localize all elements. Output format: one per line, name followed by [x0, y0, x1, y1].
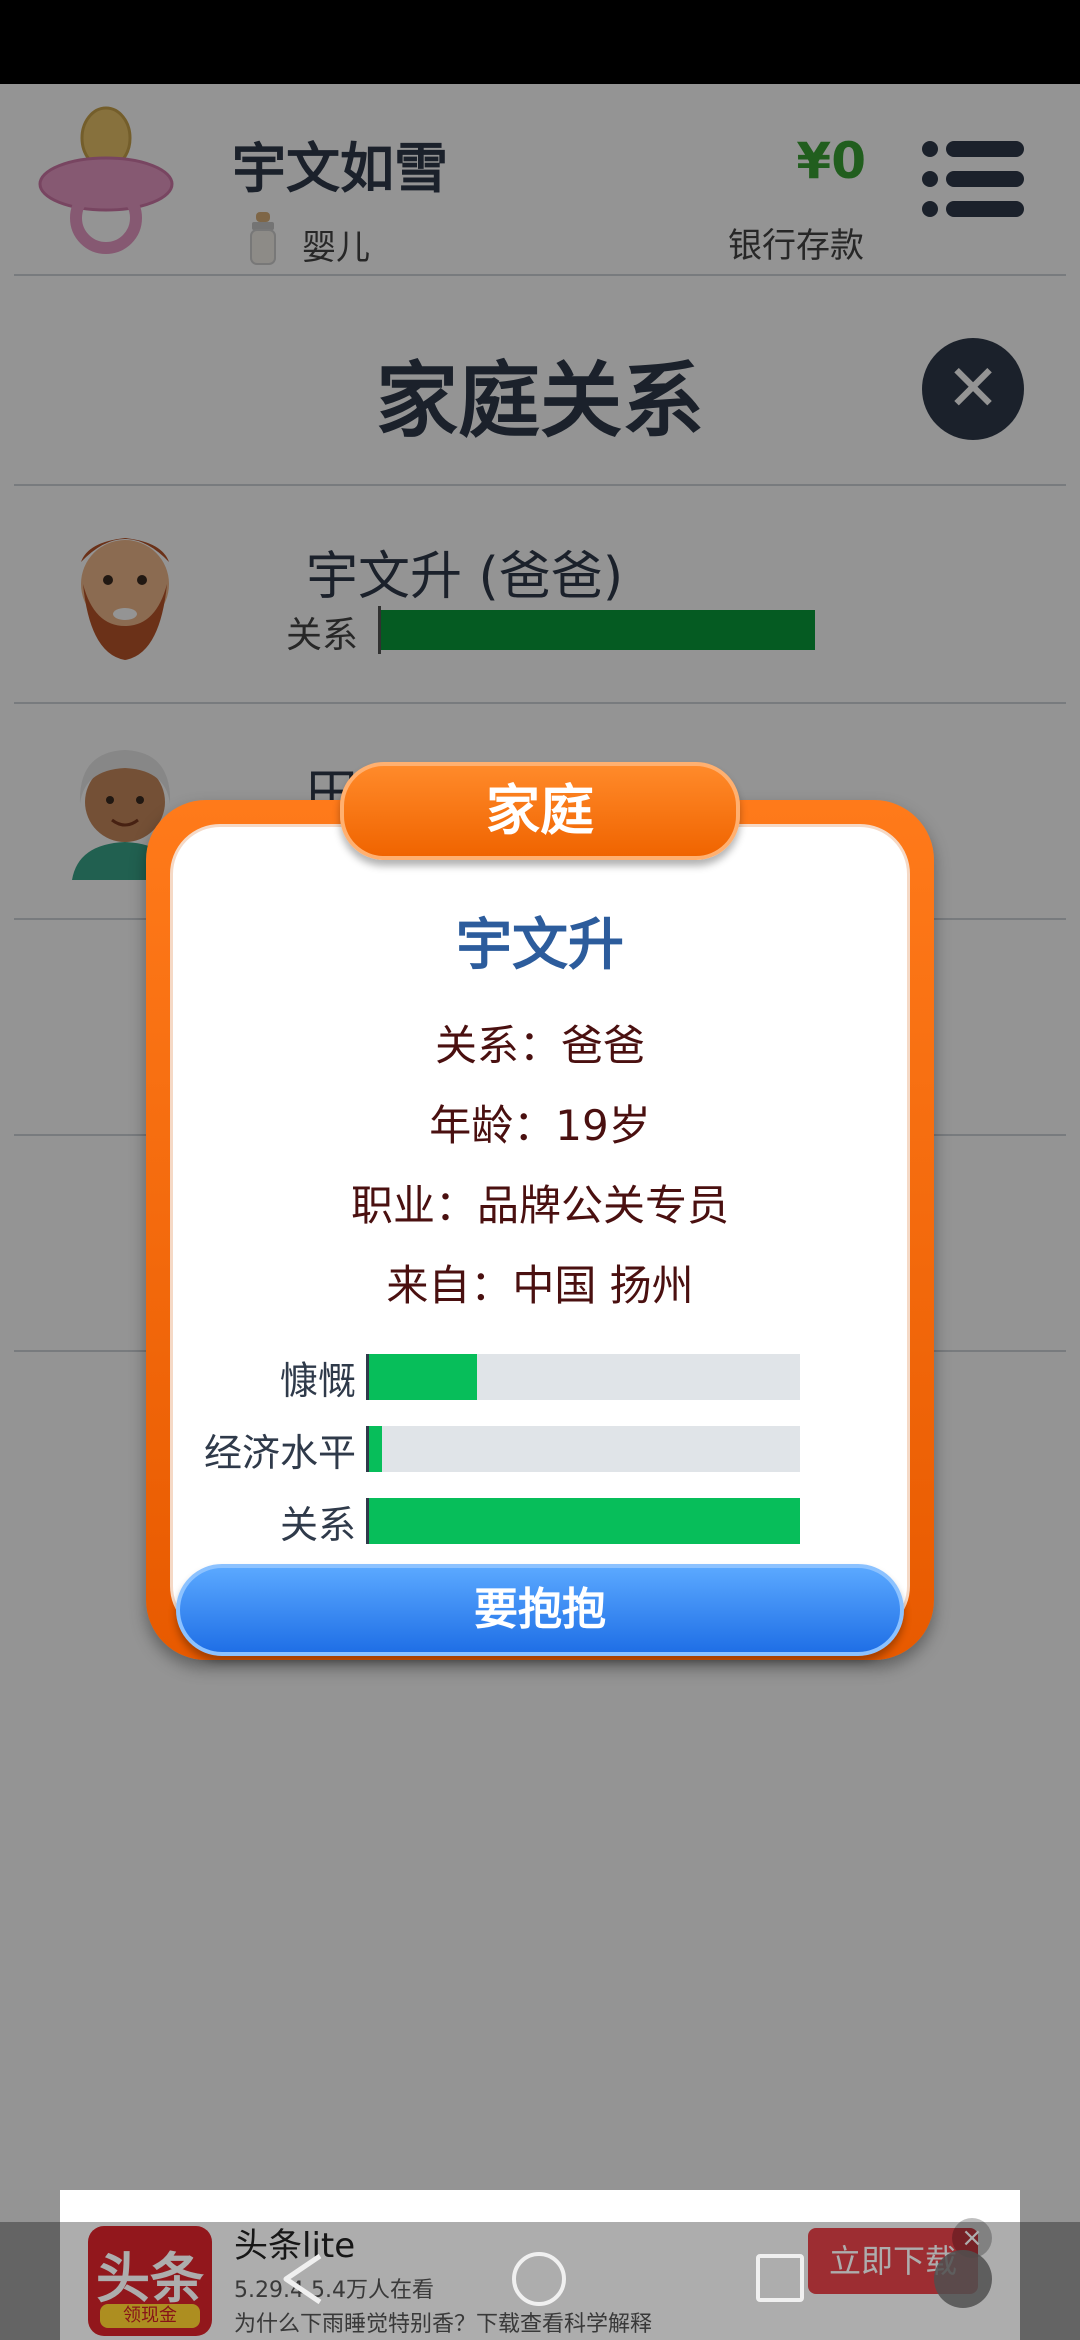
member-job: 职业：品牌公关专员	[350, 1181, 729, 1230]
home-icon[interactable]	[512, 2252, 566, 2306]
stat-bar-relation	[366, 1498, 800, 1544]
status-bar	[0, 0, 1080, 84]
stat-bar-fill	[369, 1426, 382, 1472]
stat-bar-generosity	[366, 1354, 800, 1400]
back-icon[interactable]	[280, 2252, 326, 2306]
stat-bar-wealth	[366, 1426, 800, 1472]
ask-hug-button[interactable]: 要抱抱	[176, 1564, 904, 1656]
stat-bar-fill	[369, 1498, 800, 1544]
system-nav-bar	[0, 2222, 1080, 2340]
stat-label-wealth: 经济水平	[203, 1431, 356, 1475]
member-detail-name: 宇文升	[456, 913, 624, 978]
member-relation: 关系：爸爸	[434, 1021, 645, 1070]
member-age: 年龄：19岁	[429, 1101, 651, 1150]
assistive-ball-icon[interactable]	[934, 2250, 992, 2308]
modal-title: 家庭	[340, 762, 740, 860]
recent-apps-icon[interactable]	[756, 2254, 804, 2302]
stat-label-generosity: 慷慨	[279, 1359, 356, 1403]
stat-label-relation: 关系	[279, 1503, 356, 1547]
member-origin: 来自：中国 扬州	[386, 1261, 694, 1310]
stat-bar-fill	[369, 1354, 477, 1400]
